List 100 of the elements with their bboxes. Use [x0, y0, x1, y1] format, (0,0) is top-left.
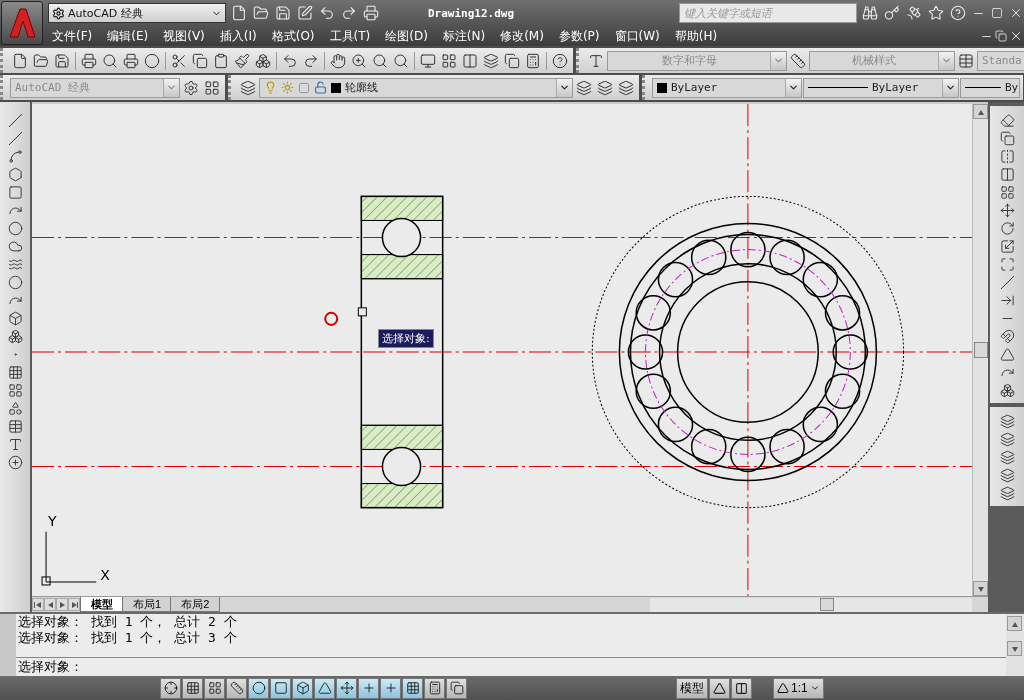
save-as-icon[interactable]: [296, 4, 314, 22]
restore-icon[interactable]: [994, 29, 1008, 43]
osnap-toggle[interactable]: [270, 677, 291, 699]
scroll-thumb[interactable]: [820, 598, 834, 611]
command-grip[interactable]: [0, 614, 16, 676]
linetype-dropdown[interactable]: ByLayer: [803, 77, 959, 98]
star-icon[interactable]: [927, 4, 945, 22]
qp-toggle[interactable]: [424, 677, 445, 699]
redo-icon[interactable]: [340, 4, 358, 22]
menu-item[interactable]: 绘图(D): [385, 27, 428, 45]
ducs-toggle[interactable]: [336, 677, 357, 699]
quick-view-layouts-button[interactable]: [709, 677, 730, 699]
command-prompt[interactable]: 选择对象：: [16, 658, 1006, 676]
caret-icon: [809, 683, 820, 693]
copy-icon[interactable]: [190, 51, 210, 70]
menu-item[interactable]: 文件(F): [52, 27, 93, 45]
polar-toggle[interactable]: [248, 677, 269, 699]
menu-item[interactable]: 插入(I): [219, 27, 257, 45]
square-icon: [298, 81, 310, 94]
menu-item[interactable]: 格式(O): [271, 27, 315, 45]
settings-icon[interactable]: [181, 78, 201, 97]
undo-icon[interactable]: [318, 4, 336, 22]
help-icon[interactable]: [949, 4, 967, 22]
unlock-icon: [314, 81, 327, 94]
menu-item[interactable]: 工具(T): [329, 27, 371, 45]
axis-label: X: [100, 566, 110, 583]
menu-item[interactable]: 窗口(W): [614, 27, 660, 45]
logo-icon: [7, 7, 37, 39]
scroll-up-button[interactable]: [973, 104, 988, 119]
quick-view-drawings-button[interactable]: [731, 677, 752, 699]
tpy-toggle[interactable]: [402, 677, 423, 699]
scroll-up-button[interactable]: [1007, 616, 1022, 631]
ortho-toggle[interactable]: [226, 677, 247, 699]
columns-icon: [735, 681, 748, 695]
lineweight-dropdown[interactable]: By: [960, 77, 1020, 98]
osnap3d-toggle[interactable]: [292, 677, 313, 699]
right-arrow-icon: [70, 600, 78, 609]
layout-tab[interactable]: 布局2: [170, 597, 221, 612]
maximize-icon[interactable]: [990, 6, 1004, 20]
window-title: Drawing12.dwg: [428, 6, 515, 20]
menu-item[interactable]: 视图(V): [163, 27, 205, 45]
caret-icon: [788, 82, 799, 93]
model-space-button[interactable]: 模型: [676, 677, 708, 699]
menu-item[interactable]: 修改(M): [500, 27, 544, 45]
menu-item[interactable]: 编辑(E): [107, 27, 149, 45]
pan-icon[interactable]: [328, 51, 348, 70]
open-folder-icon[interactable]: [252, 4, 270, 22]
pick-circle: [324, 311, 339, 326]
binoculars-icon[interactable]: [861, 4, 879, 22]
down-arrow-icon: [976, 584, 985, 593]
caret-icon: [166, 82, 177, 93]
table-style-icon[interactable]: [956, 51, 976, 70]
first-tab-button[interactable]: [32, 598, 44, 611]
key-icon[interactable]: [883, 4, 901, 22]
satellite-icon[interactable]: [905, 4, 923, 22]
color-swatch: [657, 82, 667, 93]
snap-icon: [185, 681, 200, 695]
match-properties-icon[interactable]: [232, 51, 252, 70]
menu-item[interactable]: 帮助(H): [674, 27, 718, 45]
next-tab-button[interactable]: [56, 598, 68, 611]
layout-tab[interactable]: 模型: [80, 597, 124, 612]
color-dropdown[interactable]: ByLayer: [652, 77, 802, 98]
scroll-down-button[interactable]: [1007, 641, 1022, 656]
dimension-style-icon[interactable]: [788, 51, 808, 70]
last-tab-button[interactable]: [68, 598, 80, 611]
lightbulb-icon: [264, 81, 277, 94]
search-field[interactable]: 键入关键字或短语: [679, 3, 857, 23]
scroll-thumb[interactable]: [973, 342, 988, 358]
otrack-toggle[interactable]: [314, 677, 335, 699]
vertical-scrollbar[interactable]: [972, 104, 988, 596]
save-icon[interactable]: [52, 51, 72, 70]
save-icon[interactable]: [274, 4, 292, 22]
caret-icon: [559, 82, 570, 93]
lwt-toggle[interactable]: [380, 677, 401, 699]
lineweight-sample: [965, 87, 1001, 88]
print-icon[interactable]: [362, 4, 380, 22]
workspace-dropdown[interactable]: AutoCAD 经典: [48, 3, 226, 23]
layer-properties-icon[interactable]: [238, 78, 258, 97]
ucs-icon: [41, 531, 97, 586]
menu-item[interactable]: 参数(P): [558, 27, 600, 45]
application-menu-button[interactable]: [1, 1, 43, 45]
sc-toggle[interactable]: [446, 677, 467, 699]
new-file-icon[interactable]: [230, 4, 248, 22]
layers-icon[interactable]: [574, 78, 594, 97]
infer-toggle[interactable]: [160, 677, 181, 699]
open-folder-icon[interactable]: [31, 51, 51, 70]
layer-dropdown[interactable]: 轮廓线: [259, 77, 573, 98]
layout-tab[interactable]: 布局1: [122, 597, 173, 612]
annotation-scale-button[interactable]: 1:1: [773, 677, 824, 699]
horizontal-scrollbar[interactable]: [650, 597, 972, 612]
previous-tab-button[interactable]: [44, 598, 56, 611]
grid-toggle[interactable]: [204, 677, 225, 699]
caret-icon: [945, 82, 956, 93]
menu-item[interactable]: 标注(N): [442, 27, 486, 45]
snap-toggle[interactable]: [182, 677, 203, 699]
scroll-down-button[interactable]: [973, 581, 988, 596]
print-icon[interactable]: [79, 51, 99, 70]
help-icon[interactable]: [550, 51, 570, 70]
left-arrow-icon: [34, 600, 42, 609]
dyn-toggle[interactable]: [358, 677, 379, 699]
